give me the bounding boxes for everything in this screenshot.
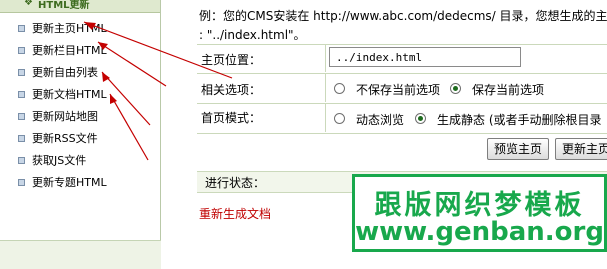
radio-generate-static[interactable] [415, 113, 426, 124]
watermark-url: www.genban.org [355, 217, 604, 247]
leaf-icon: ❖ [24, 0, 33, 8]
bullet-icon [18, 46, 25, 54]
radio-save-label: 保存当前选项 [472, 83, 545, 97]
bullet-icon [18, 90, 25, 98]
radio-dont-save-label: 不保存当前选项 [356, 83, 441, 97]
watermark-logo: 跟版网织梦模板 www.genban.org [352, 174, 607, 252]
sidebar-item-update-homepage[interactable]: 更新主页HTML [18, 20, 107, 38]
bullet-icon [18, 134, 25, 142]
sidebar-item-label: 更新专题HTML [32, 176, 107, 189]
info-text-line1: 例：您的CMS安装在 http://www.abc.com/dedecms/ 目… [199, 9, 607, 23]
sidebar-item-label: 更新栏目HTML [32, 44, 107, 57]
sidebar-divider [160, 0, 161, 240]
related-options-label: 相关选项： [201, 83, 262, 97]
radio-dont-save-options[interactable] [334, 83, 345, 94]
sidebar-item-update-documents[interactable]: 更新文档HTML [18, 86, 107, 104]
bullet-icon [18, 24, 25, 32]
bullet-icon [18, 156, 25, 164]
label-cell: 首页模式： [197, 104, 326, 132]
homepage-position-label: 主页位置： [201, 53, 262, 67]
sidebar-header: ❖ HTML更新 [0, 0, 160, 13]
homepage-position-input[interactable]: ../index.html [329, 47, 521, 67]
progress-status-label: 进行状态： [205, 176, 266, 190]
homepage-mode-label: 首页模式： [201, 111, 262, 125]
radio-save-options[interactable] [450, 83, 461, 94]
label-cell: 相关选项： [197, 74, 326, 102]
sidebar-item-update-topics[interactable]: 更新专题HTML [18, 174, 107, 192]
sidebar-item-label: 更新文档HTML [32, 88, 107, 101]
status-message: 重新生成文档 [199, 207, 272, 221]
sidebar-item-label: 更新网站地图 [32, 110, 98, 123]
sidebar-header-label: HTML更新 [38, 0, 90, 11]
row-divider [197, 133, 607, 134]
sidebar-item-update-rss[interactable]: 更新RSS文件 [18, 130, 98, 148]
watermark-inner: 跟版网织梦模板 www.genban.org [355, 177, 604, 249]
sidebar-item-get-js[interactable]: 获取JS文件 [18, 152, 86, 170]
sidebar-item-update-freelist[interactable]: 更新自由列表 [18, 64, 98, 82]
radio-dynamic-browse[interactable] [334, 113, 345, 124]
bullet-icon [18, 68, 25, 76]
sidebar: ❖ HTML更新 更新主页HTML 更新栏目HTML 更新自由列表 更新文档HT… [0, 0, 160, 268]
radio-static-label: 生成静态 (或者手动删除根目录 [437, 113, 602, 127]
preview-homepage-button[interactable]: 预览主页 [487, 138, 550, 160]
sidebar-item-label: 获取JS文件 [32, 154, 87, 167]
sidebar-item-update-category[interactable]: 更新栏目HTML [18, 42, 107, 60]
sidebar-item-label: 更新主页HTML [32, 22, 107, 35]
info-text-line2: : "../index.html"。 [199, 28, 306, 42]
sidebar-footer [0, 240, 161, 269]
update-homepage-button[interactable]: 更新主页 [555, 138, 607, 160]
sidebar-item-label: 更新自由列表 [32, 66, 98, 79]
sidebar-item-label: 更新RSS文件 [32, 132, 98, 145]
bullet-icon [18, 178, 25, 186]
sidebar-item-update-sitemap[interactable]: 更新网站地图 [18, 108, 98, 126]
radio-dynamic-label: 动态浏览 [356, 113, 405, 127]
bullet-icon [18, 112, 25, 120]
label-cell: 主页位置： [197, 45, 326, 72]
